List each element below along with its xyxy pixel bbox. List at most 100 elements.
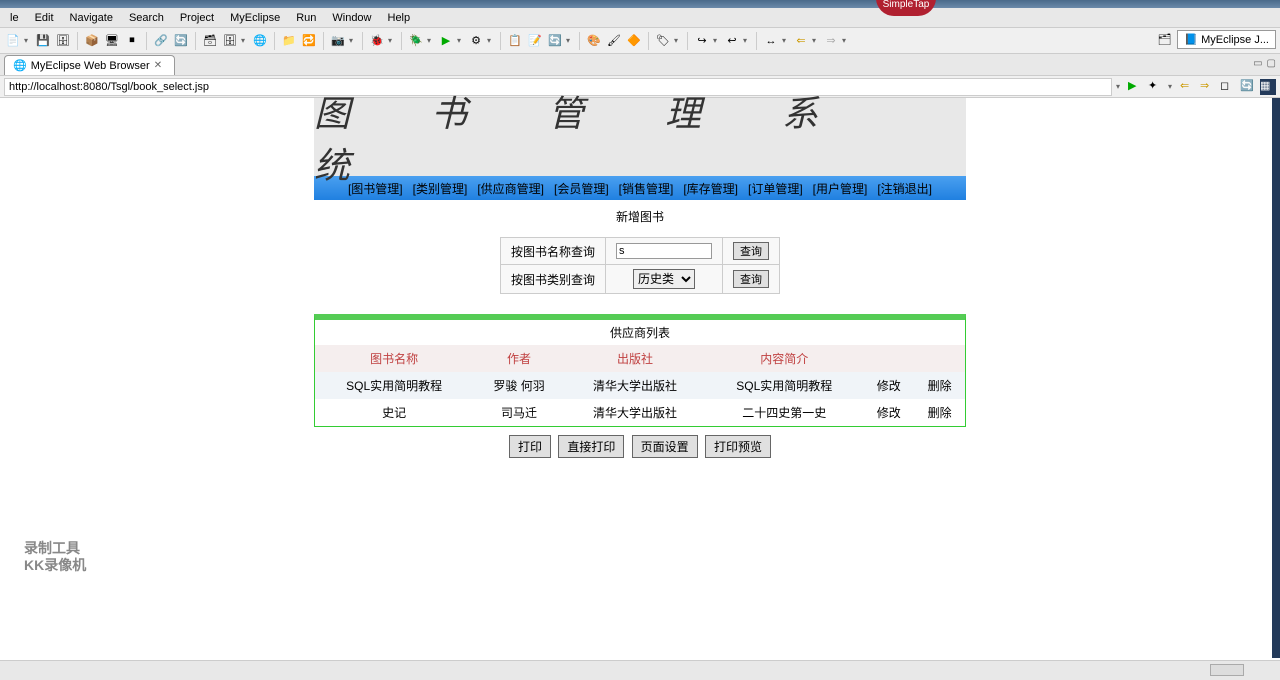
menubar: le Edit Navigate Search Project MyEclips… bbox=[0, 8, 1280, 28]
cell-name: SQL实用简明教程 bbox=[315, 372, 473, 399]
go-icon[interactable]: ▶ bbox=[1128, 79, 1144, 95]
perspective-myeclipse[interactable]: 📘 MyEclipse J... bbox=[1177, 30, 1276, 49]
saveall-icon[interactable]: 🗄 bbox=[54, 32, 72, 50]
url-dropdown-icon[interactable]: ▾ bbox=[1116, 82, 1124, 91]
editor-tabbar: 🌐 MyEclipse Web Browser ✕ ▭ ▢ bbox=[0, 54, 1280, 76]
subnav-newbook[interactable]: 新增图书 bbox=[314, 200, 966, 233]
deploy-icon[interactable]: 📦 bbox=[83, 32, 101, 50]
cell-name: 史记 bbox=[315, 399, 473, 426]
bug-icon[interactable]: 🪲 bbox=[407, 32, 425, 50]
search-form: 按图书名称查询 按图书类别查询 历史类 bbox=[500, 237, 780, 294]
debug-icon[interactable]: 🐞 bbox=[368, 32, 386, 50]
nav-supplier[interactable]: [供应商管理] bbox=[477, 180, 544, 197]
cell-author: 罗骏 何羽 bbox=[473, 372, 565, 399]
db-icon[interactable]: 🗃 bbox=[201, 32, 219, 50]
wiz1-icon[interactable]: 📋 bbox=[506, 32, 524, 50]
watermark: 录制工具 KK录像机 bbox=[24, 540, 86, 574]
search-name-button[interactable] bbox=[733, 242, 769, 260]
col-publisher: 出版社 bbox=[565, 345, 705, 372]
tag-icon[interactable]: 🏷 bbox=[654, 32, 672, 50]
print-button[interactable] bbox=[509, 435, 551, 458]
print-preview-button[interactable] bbox=[705, 435, 771, 458]
maximize-icon[interactable]: ▢ bbox=[1267, 58, 1276, 69]
main-toolbar: 📄▾ 💾 🗄 📦 🖥 ⏹ 🔗 🔄 🗃 🗄▾ 🌐 📁 🔁 📷▾ 🐞▾ 🪲▾ ▶▾ … bbox=[0, 28, 1280, 54]
back-nav-icon[interactable]: ⇐ bbox=[1180, 79, 1196, 95]
nav-book[interactable]: [图书管理] bbox=[348, 180, 403, 197]
server-icon[interactable]: 🖥 bbox=[103, 32, 121, 50]
print-toolbar bbox=[314, 427, 966, 466]
close-icon[interactable]: ✕ bbox=[154, 60, 166, 72]
edit-link[interactable]: 修改 bbox=[877, 406, 901, 420]
menu-run[interactable]: Run bbox=[288, 10, 324, 26]
wiz3-icon[interactable]: 🔄 bbox=[546, 32, 564, 50]
stop-icon[interactable]: ⏹ bbox=[123, 32, 141, 50]
nav-order[interactable]: [订单管理] bbox=[748, 180, 803, 197]
direct-print-button[interactable] bbox=[558, 435, 624, 458]
menu-myeclipse[interactable]: MyEclipse bbox=[222, 10, 288, 26]
nav3-icon[interactable]: ↔ bbox=[762, 32, 780, 50]
tool1-icon[interactable]: ✦ bbox=[1148, 79, 1164, 95]
fwd-icon[interactable]: ⇒ bbox=[822, 32, 840, 50]
table-header-row: 图书名称 作者 出版社 内容简介 bbox=[315, 345, 965, 372]
delete-link[interactable]: 删除 bbox=[928, 406, 952, 420]
nav1-icon[interactable]: ↪ bbox=[693, 32, 711, 50]
nav-member[interactable]: [会员管理] bbox=[554, 180, 609, 197]
cell-publisher: 清华大学出版社 bbox=[565, 372, 705, 399]
nav-stock[interactable]: [库存管理] bbox=[683, 180, 738, 197]
home-icon[interactable]: ▦ bbox=[1260, 79, 1276, 95]
nav-user[interactable]: [用户管理] bbox=[813, 180, 868, 197]
sync-icon[interactable]: 🔁 bbox=[300, 32, 318, 50]
refresh-icon[interactable]: 🔄 bbox=[172, 32, 190, 50]
nav2-icon[interactable]: ↩ bbox=[723, 32, 741, 50]
delete-link[interactable]: 删除 bbox=[928, 379, 952, 393]
palette2-icon[interactable]: 🖌 bbox=[605, 32, 623, 50]
table-row: SQL实用简明教程 罗骏 何羽 清华大学出版社 SQL实用简明教程 修改 删除 bbox=[315, 372, 965, 399]
link-icon[interactable]: 🔗 bbox=[152, 32, 170, 50]
search-name-input[interactable] bbox=[616, 243, 712, 259]
minimize-icon[interactable]: ▭ bbox=[1253, 58, 1262, 69]
globe-icon: 🌐 bbox=[13, 59, 27, 72]
fwd-nav-icon[interactable]: ⇒ bbox=[1200, 79, 1216, 95]
new-icon[interactable]: 📄 bbox=[4, 32, 22, 50]
edit-link[interactable]: 修改 bbox=[877, 379, 901, 393]
tab-browser[interactable]: 🌐 MyEclipse Web Browser ✕ bbox=[4, 55, 175, 75]
runconfig-icon[interactable]: ⚙ bbox=[467, 32, 485, 50]
nav-category[interactable]: [类别管理] bbox=[413, 180, 468, 197]
tab-title: MyEclipse Web Browser bbox=[31, 60, 150, 72]
save-icon[interactable]: 💾 bbox=[34, 32, 52, 50]
run-icon[interactable]: ▶ bbox=[437, 32, 455, 50]
open-perspective-icon[interactable]: 🗂 bbox=[1155, 31, 1173, 49]
cell-summary: 二十四史第一史 bbox=[705, 399, 863, 426]
menu-search[interactable]: Search bbox=[121, 10, 172, 26]
search-category-button[interactable] bbox=[733, 270, 769, 288]
back-icon[interactable]: ⇐ bbox=[792, 32, 810, 50]
palette3-icon[interactable]: 🔶 bbox=[625, 32, 643, 50]
menu-help[interactable]: Help bbox=[380, 10, 419, 26]
globe-icon[interactable]: 🌐 bbox=[251, 32, 269, 50]
palette1-icon[interactable]: 🎨 bbox=[585, 32, 603, 50]
stop-nav-icon[interactable]: ◻ bbox=[1220, 79, 1236, 95]
menu-project[interactable]: Project bbox=[172, 10, 222, 26]
nav-sale[interactable]: [销售管理] bbox=[619, 180, 674, 197]
nav-logout[interactable]: [注销退出] bbox=[877, 180, 932, 197]
scrollbar[interactable] bbox=[1272, 98, 1280, 658]
wiz2-icon[interactable]: 📝 bbox=[526, 32, 544, 50]
folder-icon[interactable]: 📁 bbox=[280, 32, 298, 50]
page-setup-button[interactable] bbox=[632, 435, 698, 458]
window-titlebar: SimpleTap bbox=[0, 0, 1280, 8]
search-category-select[interactable]: 历史类 bbox=[633, 269, 695, 289]
db2-icon[interactable]: 🗄 bbox=[221, 32, 239, 50]
camera-icon[interactable]: 📷 bbox=[329, 32, 347, 50]
result-panel: 供应商列表 图书名称 作者 出版社 内容简介 SQL实用简明教程 罗骏 何羽 清… bbox=[314, 314, 966, 427]
cell-author: 司马迁 bbox=[473, 399, 565, 426]
menu-navigate[interactable]: Navigate bbox=[62, 10, 121, 26]
refresh-nav-icon[interactable]: 🔄 bbox=[1240, 79, 1256, 95]
perspective-switcher: 🗂 📘 MyEclipse J... bbox=[1155, 30, 1276, 49]
col-name: 图书名称 bbox=[315, 345, 473, 372]
menu-edit[interactable]: Edit bbox=[27, 10, 62, 26]
data-table: 图书名称 作者 出版社 内容简介 SQL实用简明教程 罗骏 何羽 清华大学出版社… bbox=[315, 345, 965, 426]
menu-file[interactable]: le bbox=[2, 10, 27, 26]
watermark-line2: KK录像机 bbox=[24, 557, 86, 574]
statusbar bbox=[0, 660, 1280, 680]
menu-window[interactable]: Window bbox=[324, 10, 379, 26]
